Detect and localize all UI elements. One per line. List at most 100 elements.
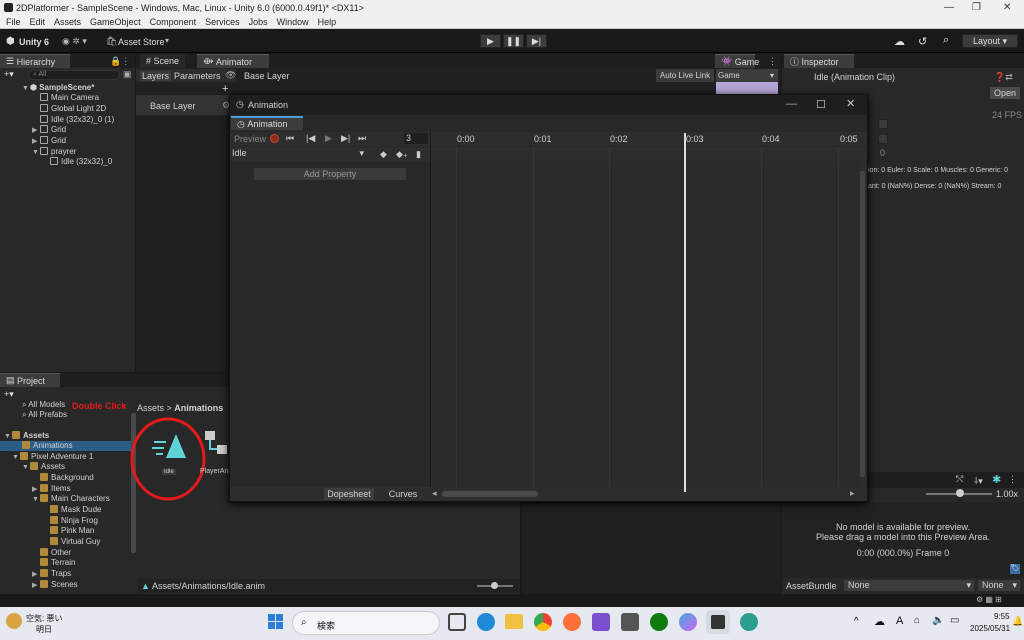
maximize-icon[interactable]: ❐ xyxy=(972,2,981,13)
preview-toggle[interactable]: Preview xyxy=(234,134,266,144)
tab-game[interactable]: 👾 Game xyxy=(715,54,759,68)
dopesheet-tab[interactable]: Dopesheet xyxy=(324,488,374,500)
zoom-slider-handle[interactable] xyxy=(956,489,964,497)
pause-button[interactable]: ❚❚ xyxy=(503,34,524,48)
menu-jobs[interactable]: Jobs xyxy=(249,17,268,27)
tab-project[interactable]: ▤ Project xyxy=(0,373,60,387)
tree-item[interactable]: Ninja Frog xyxy=(50,516,98,526)
tree-item[interactable]: Other xyxy=(40,548,71,558)
play-animation-button[interactable]: ▶ xyxy=(325,133,332,144)
clock-date[interactable]: 2025/05/31 xyxy=(970,624,1010,633)
hierarchy-item[interactable]: Global Light 2D xyxy=(40,104,106,114)
timeline-ruler[interactable]: 0:00 0:01 0:02 0:03 0:04 0:05 xyxy=(430,132,867,146)
scroll-right-icon[interactable]: ▸ xyxy=(850,488,855,499)
minimize-icon[interactable]: — xyxy=(944,2,954,13)
base-layer-row[interactable]: Base Layer ⚙ xyxy=(136,95,234,115)
hierarchy-search-input[interactable]: ⌕ All xyxy=(28,70,120,80)
globe-app-icon[interactable] xyxy=(740,613,758,631)
menu-assets[interactable]: Assets xyxy=(54,17,81,27)
filter-icon[interactable]: ▣ xyxy=(123,69,132,80)
tree-item[interactable]: Terrain xyxy=(40,558,75,568)
loop-checkbox[interactable] xyxy=(878,119,888,129)
scroll-left-icon[interactable]: ◂ xyxy=(432,488,437,499)
visual-studio-icon[interactable] xyxy=(592,613,610,631)
favorite-all-models[interactable]: ⌕ All Models xyxy=(22,400,65,410)
close-icon[interactable]: ✕ xyxy=(1003,2,1011,13)
event-lane[interactable] xyxy=(430,147,867,161)
more-icon[interactable]: ⋮ xyxy=(768,56,777,67)
firefox-icon[interactable] xyxy=(563,613,581,631)
breadcrumb-animations[interactable]: Animations xyxy=(174,403,223,413)
tree-item[interactable]: ▼ Assets xyxy=(22,462,65,472)
add-keyframe-icon[interactable]: ◆ xyxy=(380,149,387,160)
chrome-icon[interactable] xyxy=(534,613,552,631)
hierarchy-item[interactable]: ▶ Grid xyxy=(32,125,66,135)
assetbundle-dropdown[interactable]: None ▾ xyxy=(844,580,974,591)
more-icon[interactable]: ⋮ xyxy=(1008,474,1017,485)
tree-item[interactable]: ▼ Pixel Adventure 1 xyxy=(12,452,93,462)
chevron-up-icon[interactable]: ^ xyxy=(854,616,859,627)
last-key-button[interactable]: ⏭ xyxy=(358,133,366,144)
battery-icon[interactable]: ▭ xyxy=(950,615,959,626)
task-view-icon[interactable] xyxy=(448,613,466,631)
hierarchy-item[interactable]: Idle (32x32)_0 (1) xyxy=(40,115,114,125)
cloud-sync-icon[interactable]: ☁ xyxy=(874,615,885,628)
tree-item[interactable]: ▶ Traps xyxy=(32,569,71,579)
add-property-button[interactable]: Add Property xyxy=(254,168,406,180)
search-icon[interactable]: ⌕ xyxy=(943,34,949,47)
clip-dropdown[interactable]: Idle ▾ xyxy=(232,148,366,159)
add-icon[interactable]: +▾ xyxy=(4,69,14,80)
breadcrumb-assets[interactable]: Assets xyxy=(137,403,164,413)
asset-player-animator[interactable] xyxy=(203,429,229,459)
network-icon[interactable]: ⌂ xyxy=(914,615,920,626)
maximize-icon[interactable]: ☐ xyxy=(816,98,826,111)
scroll-thumb[interactable] xyxy=(442,491,538,497)
base-layer-crumb[interactable]: Base Layer xyxy=(244,71,290,81)
tag-icon[interactable]: 🏷 xyxy=(1010,564,1020,574)
notification-icon[interactable]: 🔔 xyxy=(1012,616,1023,627)
pivot-icon[interactable]: ⸸▾ xyxy=(974,474,983,487)
icon-size-handle[interactable] xyxy=(491,582,498,589)
tree-item[interactable]: ▼ Main Characters xyxy=(32,494,110,504)
frame-input[interactable]: 3 xyxy=(404,133,428,144)
minimize-icon[interactable]: — xyxy=(786,98,797,110)
assets-root[interactable]: ▼ Assets xyxy=(4,431,49,441)
favorite-all-prefabs[interactable]: ⌕ All Prefabs xyxy=(22,410,67,420)
account-button[interactable]: Unity 6 xyxy=(19,37,49,47)
chevron-down-icon[interactable]: ▾ xyxy=(165,36,169,45)
unity-hub-icon[interactable] xyxy=(621,613,639,631)
menu-component[interactable]: Component xyxy=(150,17,197,27)
tree-item[interactable]: Background xyxy=(40,473,94,483)
game-display-dropdown[interactable]: Game ▾ xyxy=(716,69,778,82)
windows-start-icon[interactable] xyxy=(268,614,284,630)
parameters-tab[interactable]: Parameters xyxy=(174,71,221,81)
play-button[interactable]: ▶ xyxy=(480,34,501,48)
menu-services[interactable]: Services xyxy=(205,17,240,27)
loop-pose-checkbox[interactable] xyxy=(878,134,888,144)
taskbar-search-input[interactable]: ⌕ 検索 xyxy=(292,611,440,635)
tree-item[interactable]: Pink Man xyxy=(50,526,94,536)
tree-item[interactable]: ▶ Scenes xyxy=(32,580,78,590)
cycle-offset-value[interactable]: 0 xyxy=(880,148,885,158)
curves-tab[interactable]: Curves xyxy=(378,488,428,500)
preview-mode-icon[interactable]: ⤲ xyxy=(956,474,963,485)
asset-store-button[interactable]: Asset Store xyxy=(118,37,165,47)
close-icon[interactable]: ✕ xyxy=(846,97,855,110)
dopesheet-area[interactable] xyxy=(430,161,860,487)
add-layer-icon[interactable]: + xyxy=(222,83,228,95)
tree-item-animations[interactable]: Animations xyxy=(0,441,134,451)
tree-item[interactable]: ▶ Items xyxy=(32,484,71,494)
add-event-icon[interactable]: ◆₊ xyxy=(396,149,408,160)
eye-icon[interactable]: 👁 xyxy=(225,70,236,81)
open-button[interactable]: Open xyxy=(990,87,1020,99)
lock-icon[interactable]: 🔒⋮ xyxy=(110,56,130,67)
asset-store-icon[interactable]: 🛍 xyxy=(106,36,117,47)
copilot-icon[interactable] xyxy=(679,613,697,631)
file-explorer-icon[interactable] xyxy=(505,614,523,629)
variant-dropdown[interactable]: None ▾ xyxy=(978,580,1020,591)
volume-icon[interactable]: 🔈 xyxy=(932,615,944,626)
record-button[interactable] xyxy=(270,134,279,143)
tab-animation[interactable]: ◷ Animation xyxy=(231,116,303,130)
clock-time[interactable]: 9:55 xyxy=(994,612,1010,621)
menu-file[interactable]: File xyxy=(6,17,21,27)
